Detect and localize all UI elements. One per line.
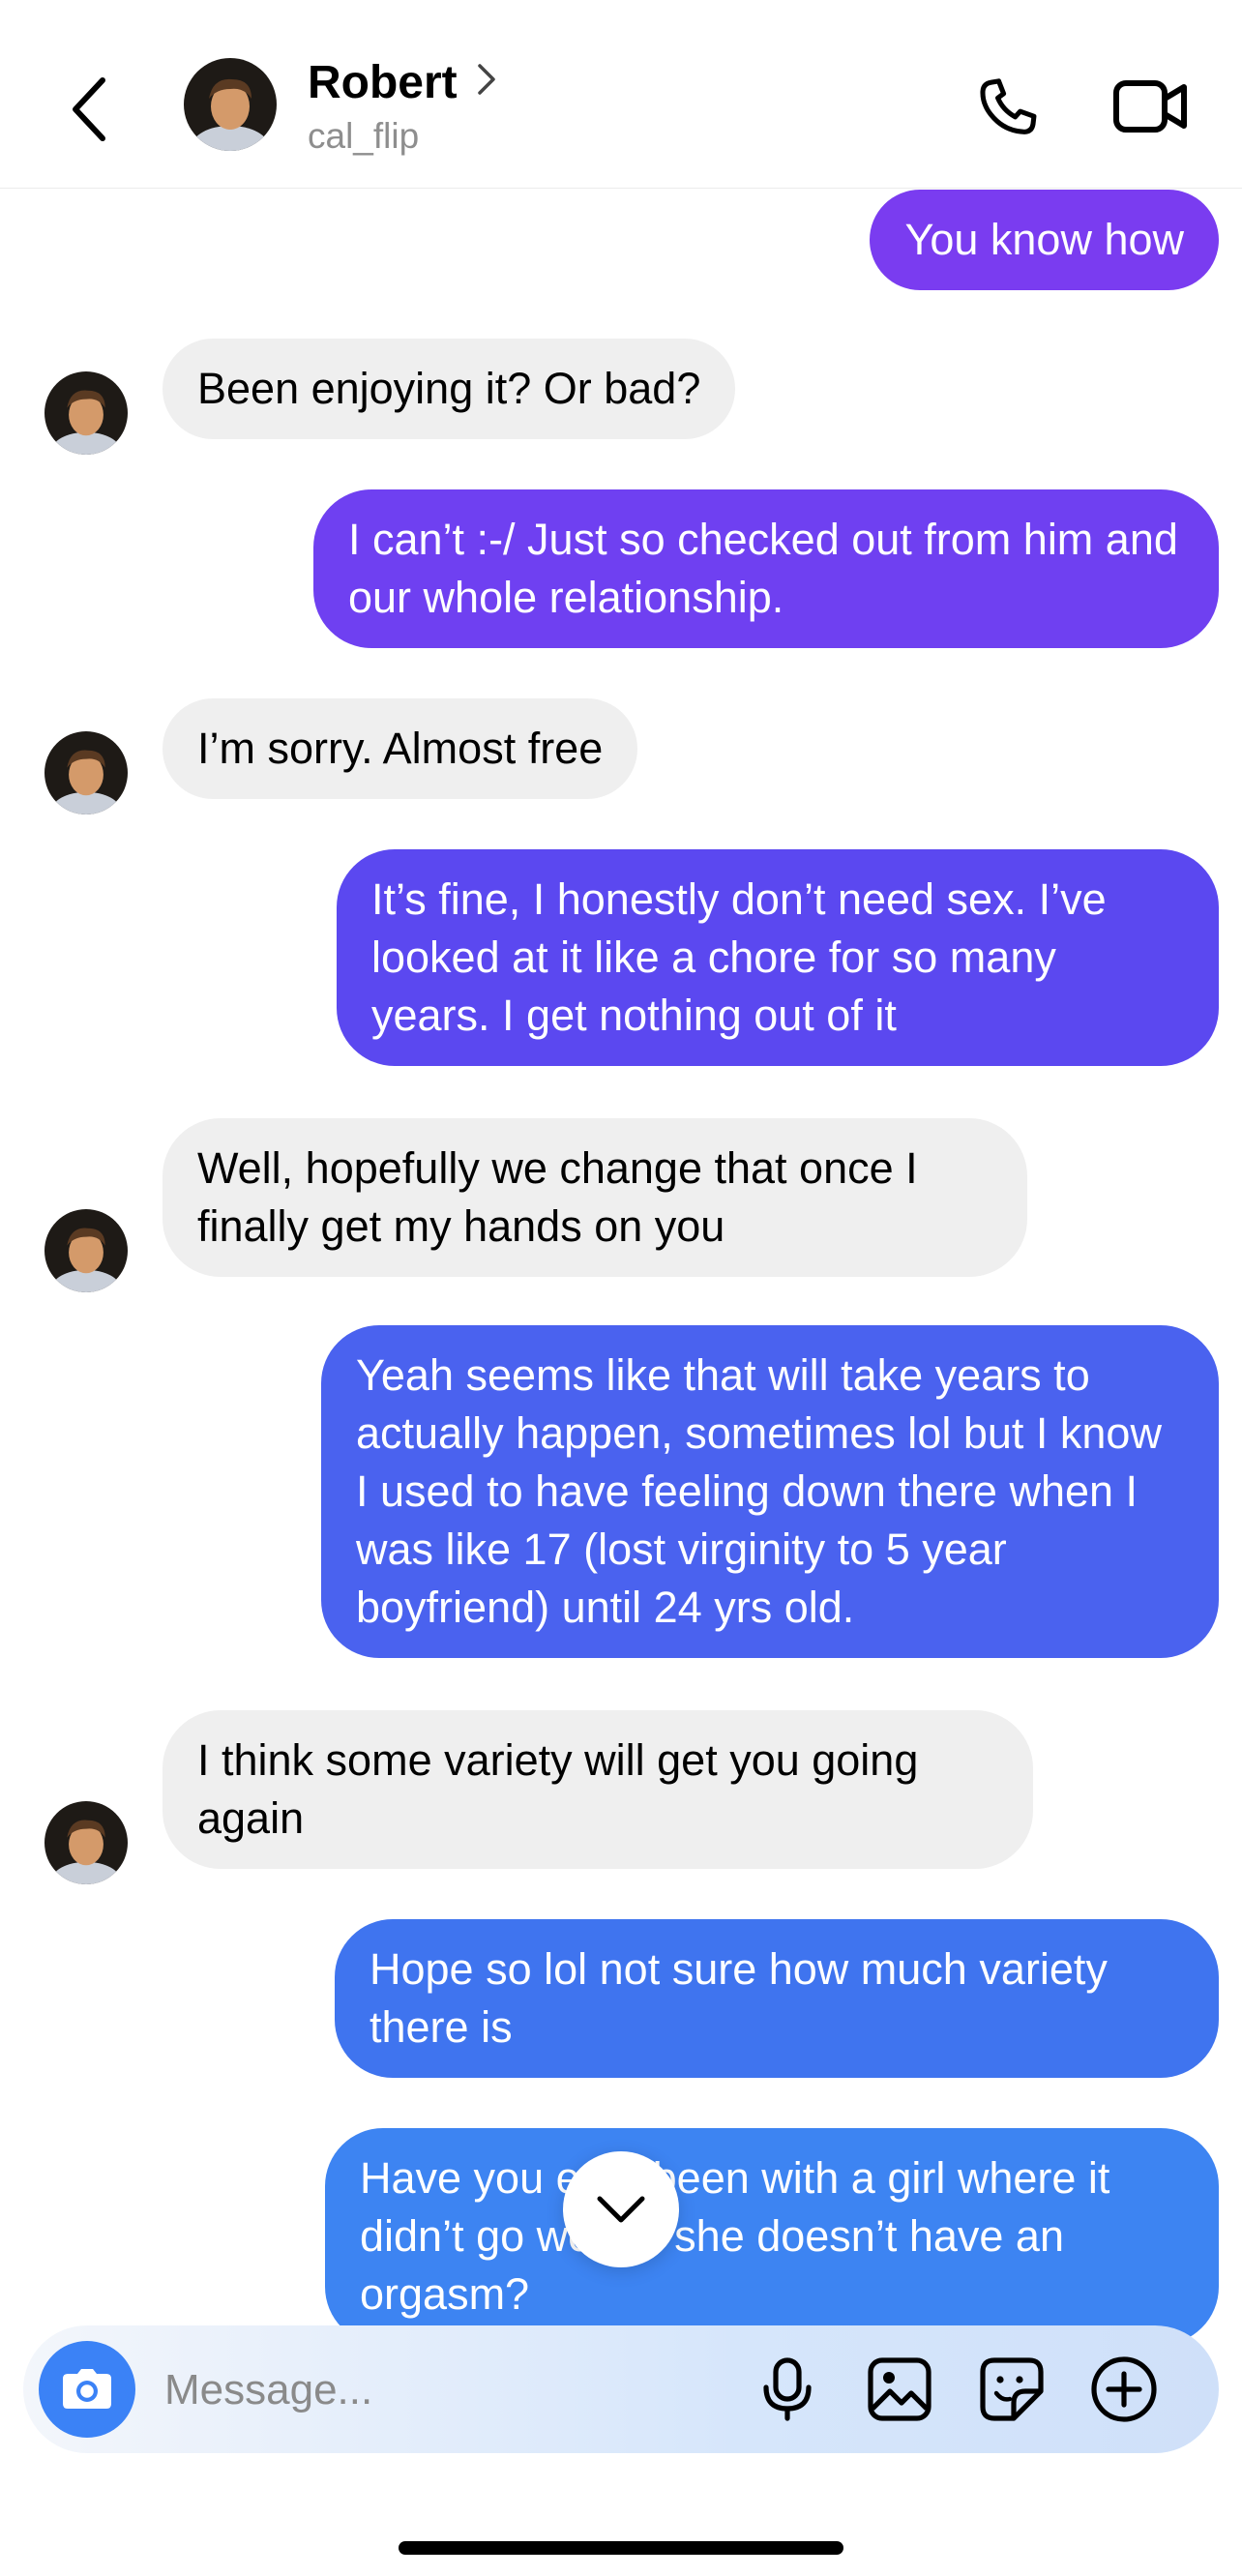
video-camera-icon — [1113, 80, 1187, 133]
video-call-button[interactable] — [1112, 75, 1190, 142]
message-incoming[interactable]: I’m sorry. Almost free — [163, 698, 638, 799]
message-input[interactable] — [163, 2360, 708, 2420]
message-composer — [23, 2325, 1219, 2453]
call-button[interactable] — [971, 72, 1045, 150]
message-outgoing[interactable]: I can’t :-/ Just so checked out from him… — [313, 489, 1219, 648]
chevron-down-icon — [597, 2196, 645, 2223]
message-outgoing[interactable]: It’s fine, I honestly don’t need sex. I’… — [337, 849, 1219, 1066]
plus-circle-icon — [1091, 2356, 1157, 2422]
chevron-right-icon[interactable] — [476, 62, 497, 102]
message-incoming[interactable]: I think some variety will get you going … — [163, 1710, 1033, 1869]
microphone-button[interactable] — [751, 2353, 824, 2426]
avatar — [44, 731, 128, 814]
more-actions-button[interactable] — [1087, 2353, 1161, 2426]
avatar — [44, 1209, 128, 1292]
message-incoming[interactable]: Well, hopefully we change that once I fi… — [163, 1118, 1027, 1277]
message-incoming[interactable]: Been enjoying it? Or bad? — [163, 339, 736, 439]
camera-icon — [63, 2369, 111, 2409]
contact-username: cal_flip — [308, 116, 420, 156]
avatar — [44, 1801, 128, 1884]
message-outgoing[interactable]: You know how — [870, 190, 1219, 290]
camera-button[interactable] — [39, 2341, 135, 2438]
message-outgoing[interactable]: Hope so lol not sure how much variety th… — [335, 1919, 1219, 2078]
sticker-button[interactable] — [975, 2353, 1049, 2426]
message-outgoing[interactable]: Yeah seems like that will take years to … — [321, 1325, 1219, 1658]
chevron-left-icon — [73, 77, 105, 141]
microphone-icon — [763, 2357, 812, 2421]
avatar — [44, 371, 128, 455]
conversation-header: Robert cal_flip — [0, 0, 1242, 189]
avatar[interactable] — [184, 58, 277, 151]
back-button[interactable] — [68, 56, 145, 163]
sticker-icon — [980, 2357, 1044, 2421]
phone-icon — [980, 78, 1037, 134]
image-icon — [868, 2357, 932, 2421]
home-indicator — [399, 2541, 843, 2555]
message-outgoing[interactable]: Have you ever been with a girl where it … — [325, 2128, 1219, 2345]
scroll-to-bottom-button[interactable] — [563, 2151, 679, 2267]
contact-name[interactable]: Robert — [308, 56, 458, 109]
gallery-button[interactable] — [863, 2353, 936, 2426]
